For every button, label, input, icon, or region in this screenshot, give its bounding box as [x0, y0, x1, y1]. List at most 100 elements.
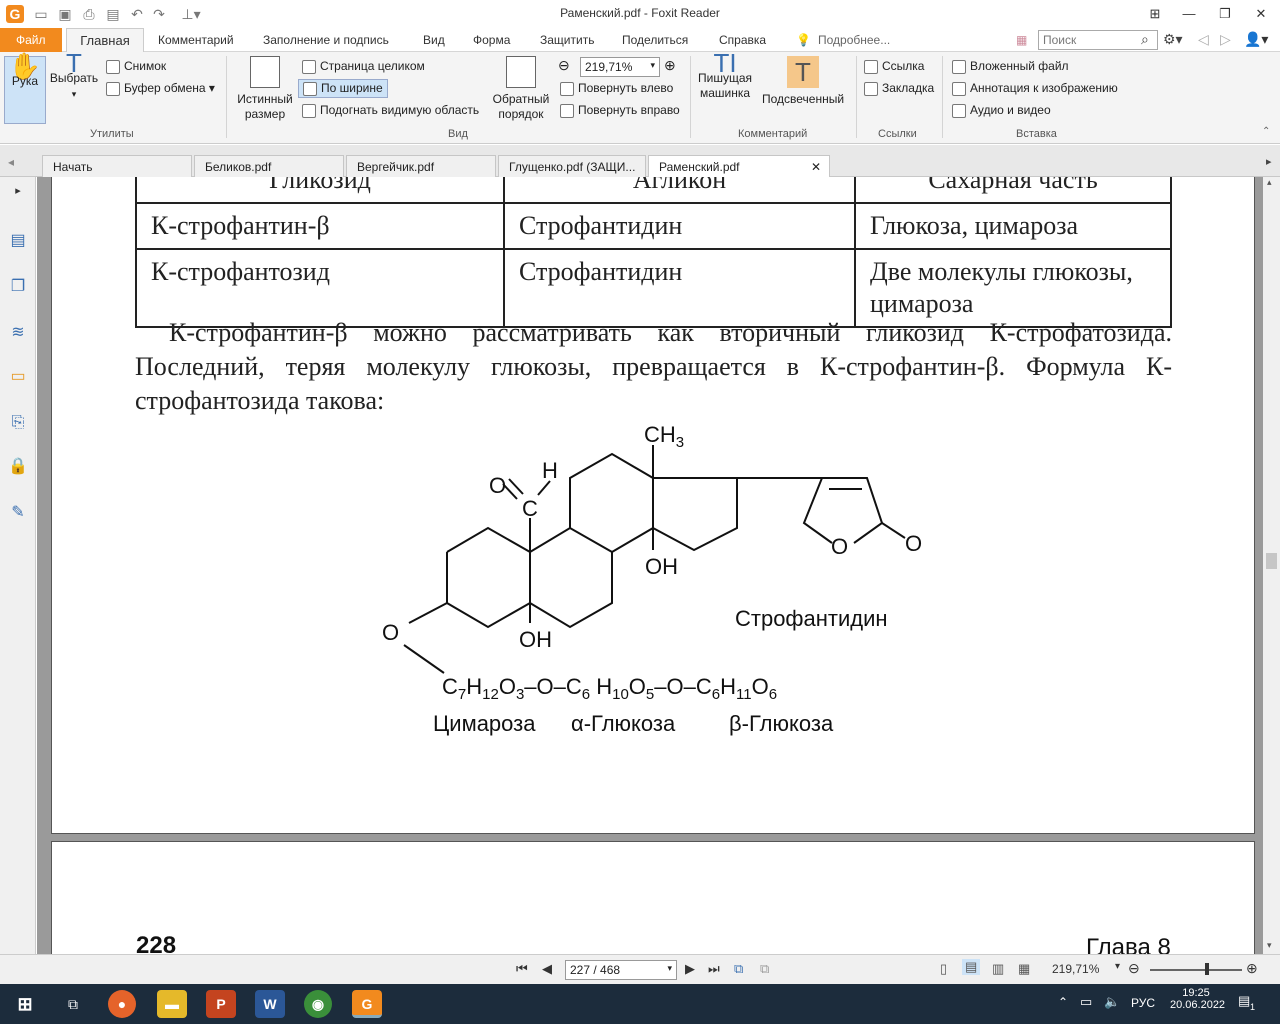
tab-list-icon[interactable]: ▸ — [1266, 155, 1272, 168]
security-icon[interactable]: 🔒 — [8, 457, 28, 477]
vertical-scrollbar[interactable]: ▴ ▾ — [1263, 177, 1280, 954]
actual-size-button[interactable]: Истинный размер — [234, 56, 296, 122]
file-explorer-icon[interactable]: ▬ — [157, 990, 187, 1018]
ring-b — [529, 526, 613, 629]
strophanthoside-formula: CH3 O H C OH OH O O O Строфантидин C7H12… — [382, 422, 922, 736]
forward-icon[interactable]: ▷ — [1220, 31, 1231, 48]
audio-video-button[interactable]: Аудио и видео — [952, 103, 1051, 118]
camera-icon — [106, 59, 120, 74]
back-icon[interactable]: ◁ — [1198, 31, 1209, 48]
link-button[interactable]: Ссылка — [864, 59, 924, 74]
notifications-icon[interactable]: ▤ — [1238, 993, 1250, 1009]
menu-protect[interactable]: Защитить — [540, 33, 594, 47]
show-hidden-icons-icon[interactable]: ⌃ — [1058, 995, 1068, 1009]
prev-page-icon[interactable]: ◀ — [542, 961, 552, 977]
user-icon[interactable]: 👤▾ — [1244, 31, 1268, 48]
hand-icon: ✋ — [8, 51, 42, 81]
clipboard-button[interactable]: Буфер обмена ▾ — [106, 81, 215, 96]
search-icon[interactable]: ⌕ — [1141, 31, 1149, 48]
bookmark-button[interactable]: Закладка — [864, 81, 934, 96]
fit-width-button[interactable]: По ширине — [298, 79, 388, 98]
continuous-page-icon[interactable]: ▤ — [962, 959, 981, 975]
folder-search-icon[interactable]: ▦ — [1016, 33, 1027, 47]
menu-view[interactable]: Вид — [423, 33, 445, 47]
clock[interactable]: 19:25 20.06.2022 — [1170, 987, 1225, 1011]
foxit-reader-icon[interactable]: G — [352, 990, 382, 1018]
tab-glushchenko[interactable]: Глущенко.pdf (ЗАЩИ... — [498, 155, 646, 177]
extract-page-icon[interactable]: ⧉ — [734, 961, 743, 977]
reflow-icon — [506, 56, 536, 88]
network-icon[interactable]: ▭ — [1080, 994, 1092, 1010]
highlight-button[interactable]: T Подсвеченный — [758, 56, 848, 107]
menu-fill-sign[interactable]: Заполнение и подпись — [263, 33, 389, 47]
tell-me[interactable]: Подробнее... — [818, 33, 890, 47]
zoom-dropdown-icon[interactable]: ▾ — [1115, 961, 1120, 972]
task-view-icon[interactable]: ⧉ — [58, 990, 88, 1018]
document-tab-bar: ◂ Начать Беликов.pdf Вергейчик.pdf Глуще… — [0, 145, 1280, 177]
fit-visible-button[interactable]: Подогнать видимую область — [302, 103, 479, 118]
zoom-in-icon[interactable]: ⊕ — [664, 57, 676, 74]
last-page-icon[interactable]: ⏭ — [708, 961, 720, 977]
menu-help[interactable]: Справка — [719, 33, 766, 47]
bookmarks-icon[interactable]: ▤ — [8, 231, 28, 251]
zoom-slider-thumb[interactable] — [1205, 963, 1209, 975]
zoom-out-icon[interactable]: ⊖ — [1128, 960, 1140, 977]
rotate-right-button[interactable]: Повернуть вправо — [560, 103, 680, 118]
next-page-icon[interactable]: ▶ — [685, 961, 695, 977]
scrollbar-thumb[interactable] — [1266, 553, 1277, 569]
tab-belikov[interactable]: Беликов.pdf — [194, 155, 344, 177]
tab-vergeychik[interactable]: Вергейчик.pdf — [346, 155, 496, 177]
collapse-ribbon-icon[interactable]: ⌃ — [1262, 126, 1270, 137]
close-tab-icon[interactable]: ✕ — [811, 160, 821, 174]
word-icon[interactable]: W — [255, 990, 285, 1018]
minimize-button[interactable]: — — [1174, 4, 1204, 24]
page-number-field[interactable]: 227 / 468 ▾ — [565, 960, 677, 980]
continuous-facing-icon[interactable]: ▦ — [1018, 961, 1030, 977]
ribbon-toggle-icon[interactable]: ⊞ — [1140, 4, 1170, 24]
comments-icon[interactable]: ▭ — [8, 367, 28, 387]
first-page-icon[interactable]: ⏮ — [516, 961, 528, 977]
tab-scroll-left-icon[interactable]: ◂ — [8, 155, 14, 169]
tab-ramensky[interactable]: Раменский.pdf ✕ — [648, 155, 830, 177]
pages-icon[interactable]: ❐ — [8, 277, 28, 297]
select-tool-button[interactable]: T Выбрать ▾ — [48, 50, 100, 124]
group-view-label: Вид — [448, 128, 468, 140]
fit-page-button[interactable]: Страница целиком — [302, 59, 425, 74]
expand-panel-icon[interactable]: ▸ — [8, 181, 28, 201]
input-language[interactable]: РУС — [1131, 996, 1155, 1010]
close-button[interactable]: ✕ — [1246, 4, 1276, 24]
facing-page-icon[interactable]: ▥ — [992, 961, 1004, 977]
attachments-icon[interactable]: ⎘ — [8, 413, 28, 433]
zoom-in-icon[interactable]: ⊕ — [1246, 960, 1258, 977]
scroll-down-icon[interactable]: ▾ — [1267, 940, 1272, 951]
file-attach-button[interactable]: Вложенный файл — [952, 59, 1069, 74]
insert-page-icon[interactable]: ⧉ — [760, 961, 769, 977]
menu-form[interactable]: Форма — [473, 33, 510, 47]
menu-share[interactable]: Поделиться — [622, 33, 688, 47]
reflow-button[interactable]: Обратный порядок — [490, 56, 552, 122]
snapshot-button[interactable]: Снимок — [106, 59, 166, 74]
settings-icon[interactable]: ⚙▾ — [1163, 31, 1183, 48]
zoom-select[interactable]: 219,71% ▾ — [580, 57, 660, 77]
powerpoint-icon[interactable]: P — [206, 990, 236, 1018]
restore-button[interactable]: ❐ — [1210, 4, 1240, 24]
typewriter-button[interactable]: TI Пишущая машинка — [696, 50, 754, 101]
zoom-out-icon[interactable]: ⊖ — [558, 57, 570, 74]
image-annot-button[interactable]: Аннотация к изображению — [952, 81, 1118, 96]
volume-icon[interactable]: 🔈 — [1104, 994, 1120, 1010]
chrome-icon[interactable]: ◉ — [304, 990, 332, 1018]
rotate-left-button[interactable]: Повернуть влево — [560, 81, 673, 96]
hand-tool-button[interactable]: ✋ Рука — [4, 51, 46, 124]
scroll-up-icon[interactable]: ▴ — [1267, 177, 1272, 188]
signatures-icon[interactable]: ✎ — [8, 503, 28, 523]
menu-file[interactable]: Файл — [0, 28, 62, 52]
document-view[interactable]: Гликозид Агликон Сахарная часть К-строфа… — [37, 177, 1263, 954]
tab-start[interactable]: Начать — [42, 155, 192, 177]
layers-icon[interactable]: ≋ — [8, 323, 28, 343]
search-input[interactable]: Поиск — [1038, 30, 1158, 50]
single-page-icon[interactable]: ▯ — [940, 961, 947, 977]
start-icon[interactable]: ⊞ — [10, 990, 40, 1018]
menu-comment[interactable]: Комментарий — [158, 33, 234, 47]
firefox-icon[interactable]: ● — [108, 990, 136, 1018]
zoom-slider[interactable] — [1150, 969, 1242, 971]
